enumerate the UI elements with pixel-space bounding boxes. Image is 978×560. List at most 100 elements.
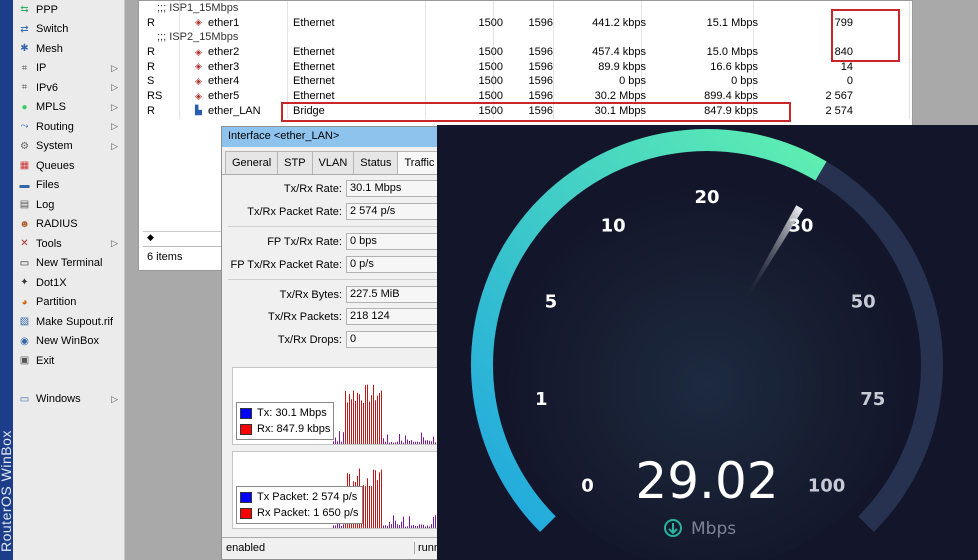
menu-item-radius[interactable]: ☻ RADIUS xyxy=(13,215,124,235)
graph-bar xyxy=(383,525,384,528)
graph-bar xyxy=(363,485,364,528)
interface-l2mtu: 1596 xyxy=(528,46,553,59)
menu-item-switch[interactable]: ⇄ Switch xyxy=(13,20,124,40)
graph-bar xyxy=(389,521,390,528)
packet-graph: Tx Packet: 2 574 p/s Rx Packet: 1 650 p/… xyxy=(232,451,446,529)
menu-item-partition[interactable]: ◕ Partition xyxy=(13,293,124,313)
tab-traffic[interactable]: Traffic xyxy=(397,151,442,174)
tab-stp[interactable]: STP xyxy=(277,151,313,174)
graph-bar xyxy=(433,436,434,444)
interface-name: ether4 xyxy=(208,75,240,88)
partition-icon: ◕ xyxy=(21,296,28,308)
txrx-rate-row: Tx/Rx Rate: 30.1 Mbps xyxy=(222,180,452,200)
queues-icon: ▦ xyxy=(19,160,30,172)
ethernet-port-icon: ◈ xyxy=(195,61,202,72)
radius-icon: ☻ xyxy=(19,218,30,230)
tab-vlan[interactable]: VLAN xyxy=(311,151,355,174)
menu-item-log[interactable]: ▤ Log xyxy=(13,195,124,215)
menu-item-system[interactable]: ⚙ System ▷ xyxy=(13,137,124,157)
txrx-packet-rate-field[interactable]: 2 574 p/s xyxy=(346,203,446,220)
interface-tx: 89.9 kbps xyxy=(598,60,646,73)
tx-legend-item: Tx: 30.1 Mbps xyxy=(240,405,330,421)
interface-row[interactable]: R ◈ ether2 Ethernet 1500 1596 457.4 kbps 15.0 M… xyxy=(143,45,910,60)
tab-status[interactable]: Status xyxy=(353,151,399,174)
interface-comment-row[interactable]: ;;; ISP1_15Mbps xyxy=(143,1,910,16)
txrx-bytes-field[interactable]: 227.5 MiB xyxy=(346,286,446,303)
enabled-status: enabled xyxy=(226,542,266,554)
mpls-icon: ● xyxy=(21,101,28,113)
dialog-title: Interface <ether_LAN> xyxy=(222,127,450,147)
graph-bar xyxy=(407,439,408,444)
graph-bar xyxy=(355,400,356,444)
menu-item-ppp[interactable]: ⇆ PPP xyxy=(13,0,124,20)
winbox-icon: ◉ xyxy=(20,335,29,347)
menu-item-new-terminal[interactable]: ▭ New Terminal xyxy=(13,254,124,274)
submenu-arrow-icon: ▷ xyxy=(111,82,118,92)
graph-bar xyxy=(377,480,378,528)
fp-txrx-packet-rate-field[interactable]: 0 p/s xyxy=(346,256,446,273)
menu-item-exit[interactable]: ▣ Exit xyxy=(13,351,124,371)
divider xyxy=(228,226,446,227)
interface-row[interactable]: S ◈ ether4 Ethernet 1500 1596 0 bps 0 bps 0 xyxy=(143,74,910,89)
txrx-drops-row: Tx/Rx Drops: 0 xyxy=(222,331,452,351)
menu-item-new-winbox[interactable]: ◉ New WinBox xyxy=(13,332,124,352)
interface-row[interactable]: R ◈ ether1 Ethernet 1500 1596 441.2 kbps 15.1 M… xyxy=(143,16,910,31)
graph-bar xyxy=(411,525,412,528)
rx-legend-item: Rx: 847.9 kbps xyxy=(240,421,330,437)
txrx-drops-field[interactable]: 0 xyxy=(346,331,446,348)
txrx-bytes-label: Tx/Rx Bytes: xyxy=(279,289,342,301)
interface-name: ether_LAN xyxy=(208,104,261,117)
menu-item-label: IP xyxy=(36,62,47,75)
graph-bar xyxy=(375,400,376,444)
txrx-packets-field[interactable]: 218 124 xyxy=(346,308,446,325)
graph-bar xyxy=(365,385,366,444)
interface-l2mtu: 1596 xyxy=(528,90,553,103)
ppp-icon: ⇆ xyxy=(20,4,29,16)
menu-item-routing[interactable]: ⤳ Routing ▷ xyxy=(13,117,124,137)
interface-rx: 15.1 Mbps xyxy=(706,16,758,29)
menu-item-mpls[interactable]: ● MPLS ▷ xyxy=(13,98,124,118)
menu-item-ipv6[interactable]: ⌗ IPv6 ▷ xyxy=(13,78,124,98)
menu-item-windows[interactable]: ▭ Windows ▷ xyxy=(13,390,124,410)
graph-bar xyxy=(393,442,394,444)
interface-comment-row[interactable]: ;;; ISP2_15Mbps xyxy=(143,30,910,45)
graph-bar xyxy=(385,525,386,528)
graph-bar xyxy=(345,390,346,444)
graph-bar xyxy=(415,441,416,444)
txrx-rate-field[interactable]: 30.1 Mbps xyxy=(346,180,446,197)
txrx-packets-row: Tx/Rx Packets: 218 124 xyxy=(222,308,452,328)
menu-item-files[interactable]: ▬ Files xyxy=(13,176,124,196)
interface-rx: 0 bps xyxy=(731,75,758,88)
interface-dialog: Interface <ether_LAN> General STP VLAN Stat… xyxy=(221,126,451,560)
graph-bar xyxy=(373,384,374,444)
menu-item-label: Windows xyxy=(36,393,81,406)
menu-item-label: Switch xyxy=(36,23,69,36)
menu-item-tools[interactable]: ✕ Tools ▷ xyxy=(13,234,124,254)
tab-general[interactable]: General xyxy=(225,151,279,174)
graph-bar xyxy=(337,441,338,444)
interface-flags: RS xyxy=(147,90,163,103)
graph-bar xyxy=(399,525,400,528)
interface-mtu: 1500 xyxy=(478,60,503,73)
menu-item-ip[interactable]: ⌗ IP ▷ xyxy=(13,59,124,79)
graph-bar xyxy=(387,525,388,528)
interface-l2mtu: 1596 xyxy=(528,60,553,73)
menu-item-label: Queues xyxy=(36,159,75,172)
interface-name-cell: ◈ ether1 xyxy=(193,17,239,29)
menu-item-queues[interactable]: ▦ Queues xyxy=(13,156,124,176)
interface-name-cell: ▙ ether_LAN xyxy=(193,105,261,117)
graph-bar xyxy=(433,516,434,528)
graph-bar xyxy=(357,392,358,444)
fp-txrx-rate-field[interactable]: 0 bps xyxy=(346,233,446,250)
graph-bar xyxy=(423,437,424,444)
menu-item-make-supout-rif[interactable]: ▧ Make Supout.rif xyxy=(13,312,124,332)
menu-item-dot1x[interactable]: ✦ Dot1X xyxy=(13,273,124,293)
graph-bar xyxy=(339,431,340,444)
interface-row[interactable]: R ◈ ether3 Ethernet 1500 1596 89.9 kbps 16.6 kb… xyxy=(143,60,910,75)
graph-bar xyxy=(401,521,402,528)
gauge-tick-label: 10 xyxy=(601,215,626,236)
graph-bar xyxy=(403,516,404,528)
supout-icon: ▧ xyxy=(19,316,30,328)
menu-item-mesh[interactable]: ✱ Mesh xyxy=(13,39,124,59)
interface-tx: 441.2 kbps xyxy=(592,16,646,29)
